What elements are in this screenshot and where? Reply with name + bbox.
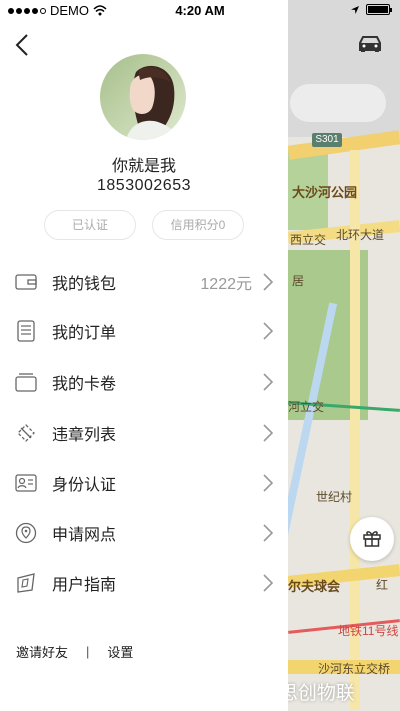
chevron-right-icon	[263, 373, 274, 391]
map-label: 沙河东立交桥	[318, 662, 391, 676]
invite-friends-link[interactable]: 邀请好友	[16, 642, 68, 661]
map-label: 西立交	[290, 233, 327, 247]
map-view[interactable]: S301 大沙河公园 西立交 北环大道 居 河立交 世纪村 尔夫球会 红 地铁1…	[288, 0, 400, 711]
menu-item-guide[interactable]: 用户指南	[0, 558, 288, 608]
menu-label: 违章列表	[52, 427, 117, 444]
map-label: 河立交	[288, 400, 325, 414]
car-icon[interactable]	[356, 34, 384, 54]
road-badge: S301	[312, 133, 342, 147]
drawer-footer: 邀请好友 | 设置	[16, 642, 133, 661]
order-list-icon	[14, 319, 38, 343]
card-icon	[14, 370, 38, 394]
chevron-right-icon	[263, 424, 274, 442]
menu-label: 我的钱包	[52, 276, 117, 293]
menu-label: 用户指南	[52, 577, 117, 594]
map-label: 红	[376, 578, 389, 592]
menu-item-wallet[interactable]: 我的钱包 1222元	[0, 257, 288, 307]
verified-badge[interactable]: 已认证	[44, 210, 136, 240]
menu-item-identity[interactable]: 身份认证	[0, 458, 288, 508]
gift-icon	[363, 531, 381, 547]
map-label: 北环大道	[336, 228, 385, 242]
chevron-right-icon	[263, 524, 274, 542]
violation-icon	[14, 421, 38, 445]
map-label: 世纪村	[316, 490, 353, 504]
back-arrow-icon[interactable]	[12, 32, 34, 58]
menu-item-orders[interactable]: 我的订单	[0, 306, 288, 356]
user-name: 你就是我	[111, 158, 176, 175]
battery-icon	[366, 4, 392, 15]
chevron-right-icon	[263, 273, 274, 291]
chevron-right-icon	[263, 322, 274, 340]
user-phone: 1853002653	[97, 177, 191, 194]
status-time: 4:20 AM	[175, 3, 225, 18]
menu-item-outlet[interactable]: 申请网点	[0, 508, 288, 558]
watermark: 头条号 / 思创物联	[288, 683, 355, 704]
settings-link[interactable]: 设置	[107, 642, 133, 661]
credit-score-badge[interactable]: 信用积分0	[152, 210, 244, 240]
chevron-right-icon	[263, 574, 274, 592]
wallet-icon	[14, 270, 38, 294]
map-label: 地铁11号线	[338, 624, 399, 638]
side-drawer: 你就是我 1853002653 已认证 信用积分0 我的钱包 1222元 我的订…	[0, 0, 288, 711]
location-arrow-icon	[351, 5, 359, 14]
avatar[interactable]	[100, 54, 186, 140]
menu-label: 身份认证	[52, 477, 117, 494]
menu-label: 我的卡卷	[52, 376, 117, 393]
status-bar: DEMO 4:20 AM	[0, 0, 400, 22]
guide-icon	[14, 571, 38, 595]
menu-label: 申请网点	[52, 527, 117, 544]
id-card-icon	[14, 471, 38, 495]
location-pin-icon	[14, 521, 38, 545]
map-label: 尔夫球会	[288, 579, 341, 594]
menu-item-cards[interactable]: 我的卡卷	[0, 357, 288, 407]
chevron-right-icon	[263, 474, 274, 492]
gift-button[interactable]	[350, 517, 394, 561]
map-label: 居	[292, 274, 305, 288]
map-label: 大沙河公园	[292, 185, 358, 200]
footer-separator: |	[86, 644, 90, 659]
map-search-bar[interactable]	[290, 84, 386, 122]
wallet-balance: 1222元	[200, 276, 252, 293]
menu-item-violations[interactable]: 违章列表	[0, 408, 288, 458]
menu-label: 我的订单	[52, 325, 117, 342]
